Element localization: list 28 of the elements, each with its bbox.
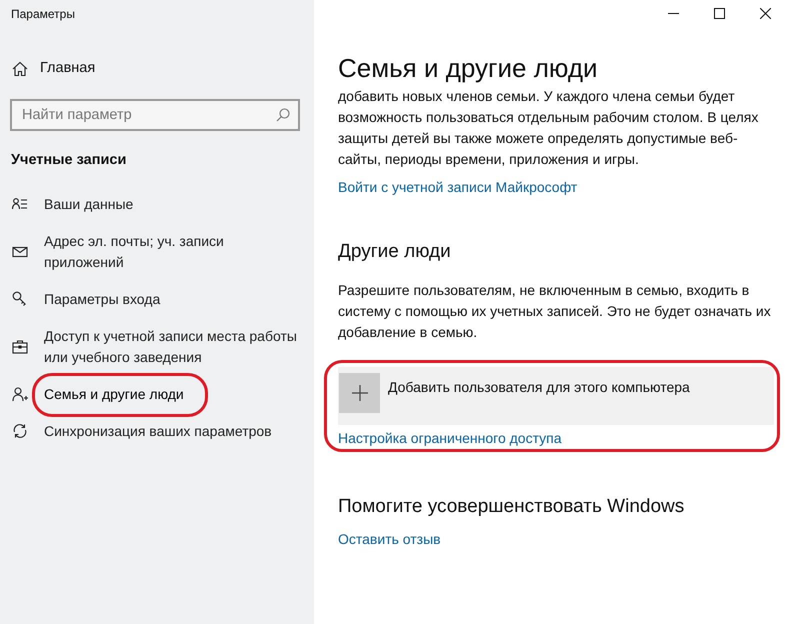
person-add-icon: [12, 386, 28, 402]
briefcase-icon: [12, 338, 28, 355]
page-title: Семья и другие люди: [338, 52, 599, 84]
search-icon: [276, 108, 290, 122]
section-heading: Учетные записи: [10, 151, 128, 170]
section-heading: Помогите усовершенствовать Windows: [338, 494, 686, 518]
other-people-text: Разрешите пользователям, не включенным в семью, входить в систему с помощью их учетных записей. Это не будет означать их добавление в семью.: [338, 280, 772, 342]
maximize-icon: [714, 8, 724, 18]
nav-item[interactable]: Адрес эл. почты; уч. записи приложений: [0, 230, 314, 273]
nav-item[interactable]: Синхронизация ваших параметров: [0, 420, 314, 442]
search-field[interactable]: Найти параметр: [10, 99, 300, 131]
sync-icon: [12, 423, 28, 440]
feedback-link[interactable]: Оставить отзыв: [338, 529, 774, 550]
restricted-access-link[interactable]: Настройка ограниченного доступа: [338, 428, 774, 448]
key-icon: [12, 291, 28, 308]
nav-item[interactable]: Ваши данные: [0, 194, 314, 215]
add-user-button[interactable]: Добавить пользователя для этого компьютера: [338, 366, 774, 424]
nav-item[interactable]: Семья и другие люди: [0, 384, 314, 405]
home-nav-item[interactable]: Главная: [0, 56, 314, 82]
nav-item[interactable]: Доступ к учетной записи места работы или учебного заведения: [0, 326, 314, 368]
microsoft-account-link[interactable]: Войти с учетной записи Майкрософт: [338, 177, 774, 198]
section-heading: Другие люди: [338, 240, 452, 264]
nav-item[interactable]: Параметры входа: [0, 288, 314, 310]
plus-icon: [352, 384, 368, 400]
window-title: Параметры: [10, 6, 76, 23]
home-icon: [12, 61, 28, 77]
close-icon: [760, 8, 770, 18]
intro-text: добавить новых членов семьи. У каждого члена семьи будет возможность пользоваться отдельным рабочим столом. В целях защиты детей вы также можете определять допустимые веб-сайты, периоды времени, приложения и игры.: [338, 87, 760, 169]
